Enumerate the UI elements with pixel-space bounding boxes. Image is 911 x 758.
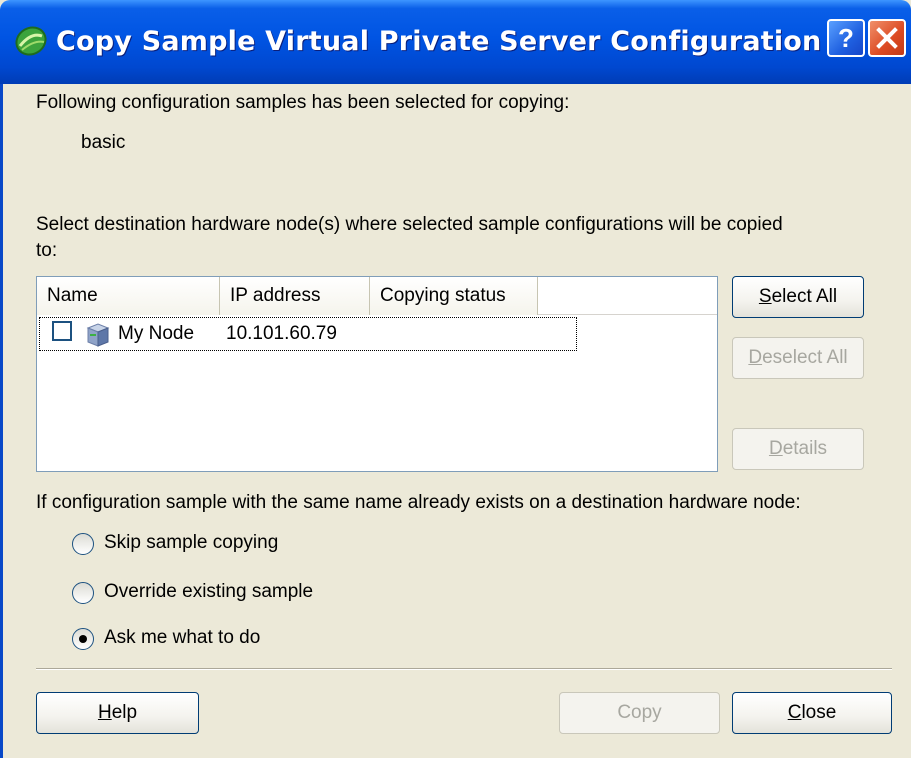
override-radio[interactable]	[72, 582, 94, 604]
deselect-all-button[interactable]: Deselect All	[732, 337, 864, 379]
node-checkbox[interactable]	[52, 321, 72, 341]
skip-radio-label[interactable]: Skip sample copying	[104, 532, 278, 554]
copy-button[interactable]: Copy	[559, 692, 720, 734]
conflict-question: If configuration sample with the same na…	[36, 492, 801, 513]
destination-instructions-cont: to:	[36, 240, 58, 261]
separator	[36, 668, 892, 670]
title-close-button[interactable]	[868, 19, 906, 57]
window-title: Copy Sample Virtual Private Server Confi…	[56, 26, 822, 57]
node-ip: 10.101.60.79	[226, 323, 337, 344]
node-name: My Node	[118, 323, 195, 344]
override-radio-label[interactable]: Override existing sample	[104, 581, 313, 603]
details-button[interactable]: Details	[732, 428, 864, 470]
ask-radio-label[interactable]: Ask me what to do	[104, 627, 260, 649]
help-button[interactable]: Help	[36, 692, 199, 734]
title-help-button[interactable]: ?	[827, 19, 865, 57]
server-icon	[86, 323, 110, 347]
column-header-status[interactable]: Copying status	[370, 277, 538, 315]
hardware-node-list[interactable]: Name IP address Copying status My Node 1…	[36, 276, 718, 472]
title-bar[interactable]: Copy Sample Virtual Private Server Confi…	[0, 0, 911, 84]
column-header-ip[interactable]: IP address	[220, 277, 370, 315]
table-row[interactable]: My Node 10.101.60.79	[39, 317, 577, 351]
list-header: Name IP address Copying status	[37, 277, 717, 315]
ask-radio[interactable]	[72, 628, 94, 650]
intro-text: Following configuration samples has been…	[36, 92, 570, 113]
column-header-name[interactable]: Name	[37, 277, 220, 315]
close-button[interactable]: Close	[732, 692, 892, 734]
select-all-button[interactable]: Select All	[732, 276, 864, 318]
destination-instructions: Select destination hardware node(s) wher…	[36, 214, 783, 235]
close-icon	[876, 27, 898, 49]
green-globe-icon	[15, 26, 47, 56]
skip-radio[interactable]	[72, 533, 94, 555]
selected-sample: basic	[81, 132, 126, 153]
help-icon: ?	[838, 22, 854, 53]
